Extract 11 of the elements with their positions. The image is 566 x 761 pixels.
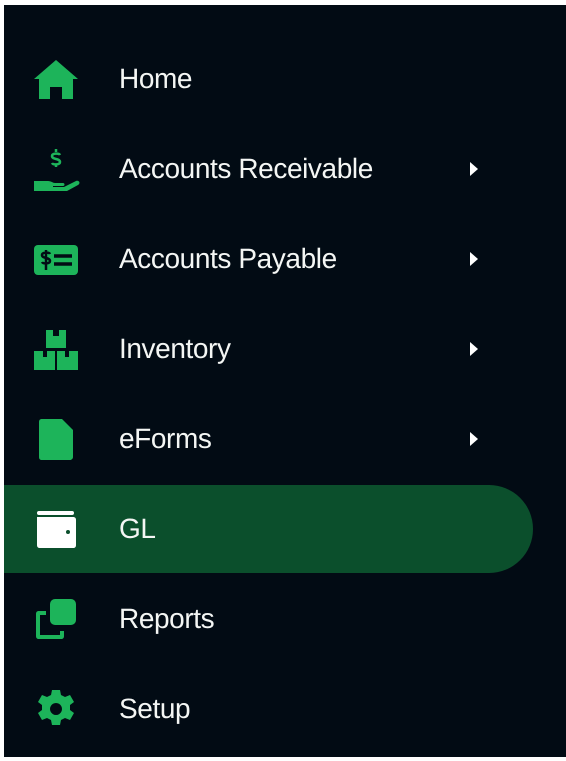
- nav-item[interactable]: Home: [4, 35, 533, 123]
- home-icon: [32, 57, 80, 101]
- nav-item[interactable]: Reports: [4, 575, 533, 663]
- nav-item[interactable]: Accounts Payable: [4, 215, 533, 303]
- hand-dollar-icon: [32, 147, 80, 191]
- boxes-icon: [32, 327, 80, 371]
- nav-item[interactable]: Accounts Receivable: [4, 125, 533, 213]
- nav-item[interactable]: eForms: [4, 395, 533, 483]
- nav-item[interactable]: GL: [4, 485, 533, 573]
- nav-item[interactable]: Inventory: [4, 305, 533, 393]
- nav-item[interactable]: Setup: [4, 665, 533, 753]
